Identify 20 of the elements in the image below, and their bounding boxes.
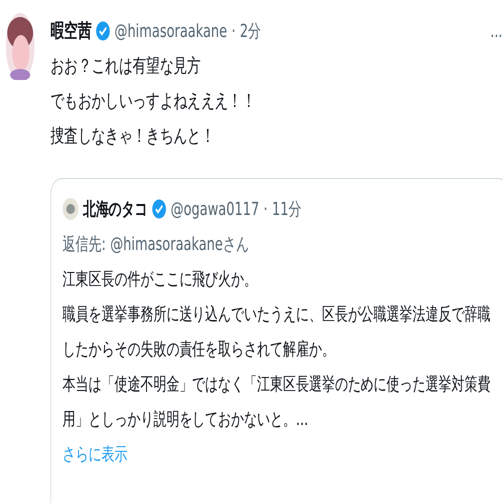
reply-handle[interactable]: @himasoraakaneさん	[110, 227, 249, 262]
post-text: 本当は「使途不明金」ではなく「江東区長選挙のために使った選挙対策費用」としっかり説明をしておかないと。...	[62, 373, 492, 432]
separator: ·	[264, 198, 268, 220]
more-button[interactable]: ...	[490, 20, 503, 42]
reply-label: 返信先:	[62, 233, 106, 257]
post-text: おお？これは有望な見方	[50, 54, 202, 79]
avatar[interactable]	[62, 198, 78, 220]
user-handle[interactable]: @himasoraakane	[114, 20, 228, 42]
user-handle[interactable]: @ogawa0117	[170, 198, 260, 220]
avatar[interactable]	[6, 13, 35, 80]
user-name[interactable]: 北海のタコ	[82, 197, 148, 221]
post-time[interactable]: 2分	[240, 19, 262, 43]
post-text: 捜査しなきゃ！きちんと！	[50, 124, 216, 149]
post-text: 職員を選挙事務所に送り込んでいたうえに、区長が公職選挙法違反で辞職したからその失敗の責任を取らされて解雇か。	[62, 303, 492, 362]
post-time[interactable]: 11分	[272, 197, 302, 221]
quoted-post[interactable]: 北海のタコ @ogawa0117 · 11分 返信先: @himasoraakaneさん 江東区長の件がここに飛び火か。 職員を選挙事務所に送り込んでいたうえに、区長が公職選挙法違反で辞職したからその失敗の責任を取らされて解雇か。 本当は「使途不明金」ではなく「江東区長選挙のために使った選挙対策費用」としっかり説明をしておかないと。... さらに表示	[50, 178, 503, 503]
separator: ·	[231, 20, 236, 42]
post-text: でもおかしいっすよねえええ！！	[50, 89, 257, 114]
post-text: 江東区長の件がここに飛び火か。	[62, 268, 258, 292]
user-name[interactable]: 暇空茜	[50, 18, 92, 44]
